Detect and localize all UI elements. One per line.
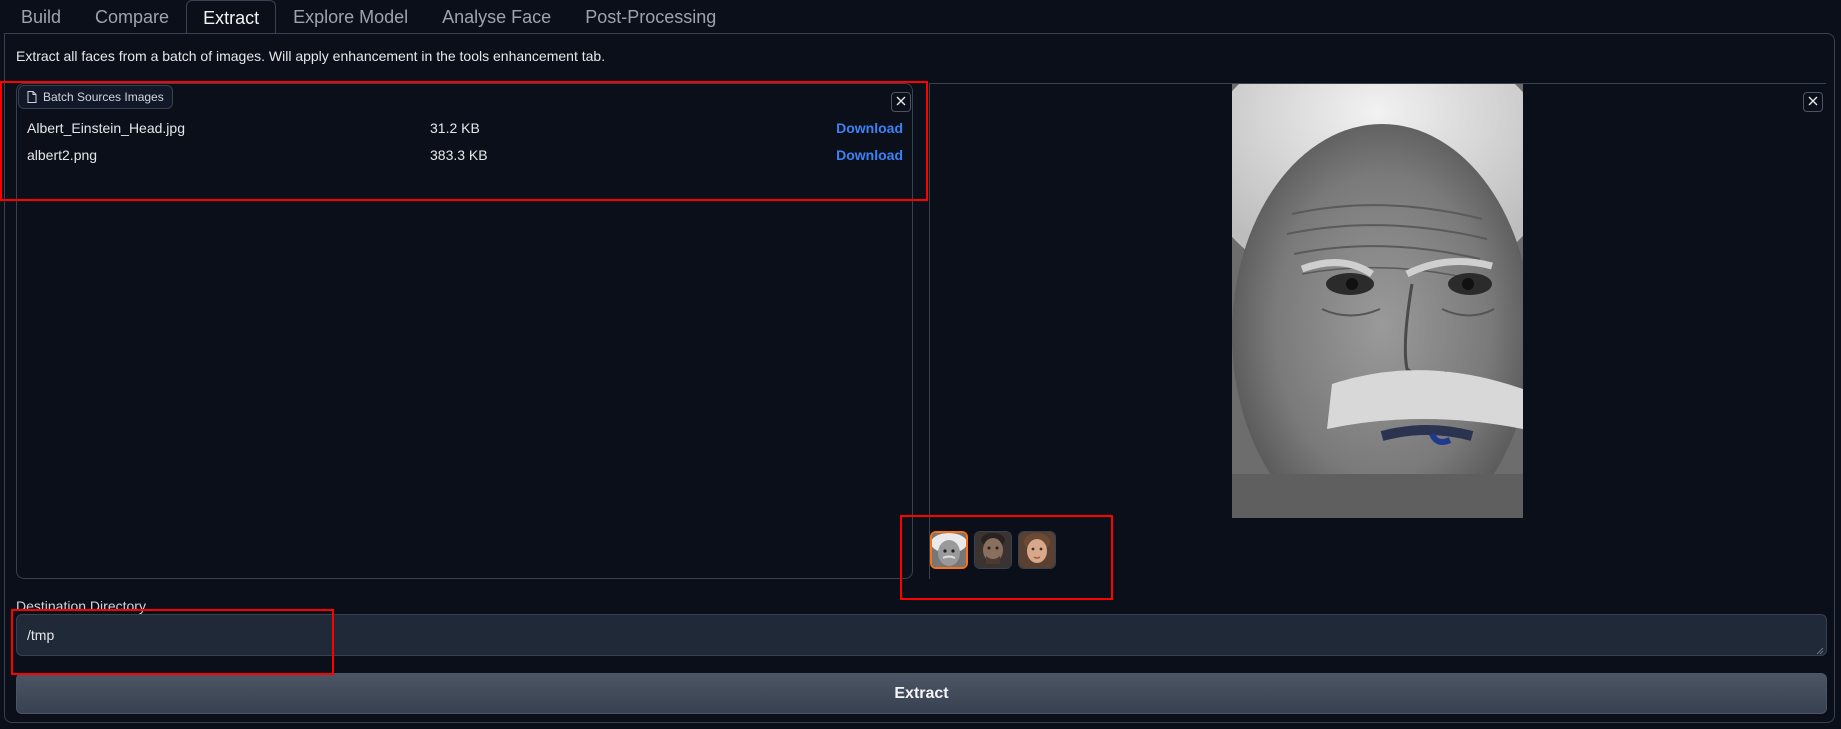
file-name: albert2.png [27, 147, 98, 163]
destination-directory-label: Destination Directory [16, 598, 146, 614]
extract-button[interactable]: Extract [16, 673, 1827, 714]
file-icon [27, 91, 37, 103]
face-gallery-panel [929, 83, 1826, 579]
tab-analyse-face[interactable]: Analyse Face [425, 0, 568, 34]
tab-explore-model[interactable]: Explore Model [276, 0, 425, 34]
download-link[interactable]: Download [836, 147, 903, 163]
resize-grip-icon[interactable] [1814, 642, 1824, 655]
file-name: Albert_Einstein_Head.jpg [27, 120, 185, 136]
batch-sources-file-panel[interactable]: Batch Sources Images Albert_Einstein_Hea… [16, 83, 913, 579]
tab-compare[interactable]: Compare [78, 0, 186, 34]
download-link[interactable]: Download [836, 120, 903, 136]
face-thumbnail[interactable] [974, 531, 1012, 569]
close-icon [1808, 93, 1818, 111]
thumbnail-strip [930, 531, 1056, 569]
file-list: Albert_Einstein_Head.jpg 31.2 KB Downloa… [27, 114, 903, 168]
tab-bar: Build Compare Extract Explore Model Anal… [4, 0, 733, 35]
batch-sources-label-badge: Batch Sources Images [18, 85, 173, 109]
face-thumbnail[interactable] [1018, 531, 1056, 569]
tab-extract[interactable]: Extract [186, 0, 277, 35]
file-row: Albert_Einstein_Head.jpg 31.2 KB Downloa… [27, 114, 903, 141]
batch-sources-label: Batch Sources Images [43, 90, 164, 104]
tab-build[interactable]: Build [4, 0, 78, 34]
file-size: 31.2 KB [430, 120, 480, 136]
close-preview-button[interactable] [1803, 92, 1823, 112]
file-row: albert2.png 383.3 KB Download [27, 141, 903, 168]
face-thumbnail[interactable] [930, 531, 968, 569]
clear-files-button[interactable] [891, 92, 911, 112]
tab-post-processing[interactable]: Post-Processing [568, 0, 733, 34]
close-icon [896, 93, 906, 111]
extract-description: Extract all faces from a batch of images… [16, 48, 606, 64]
destination-directory-input[interactable] [16, 614, 1827, 656]
file-size: 383.3 KB [430, 147, 488, 163]
face-preview-image [1232, 84, 1523, 518]
